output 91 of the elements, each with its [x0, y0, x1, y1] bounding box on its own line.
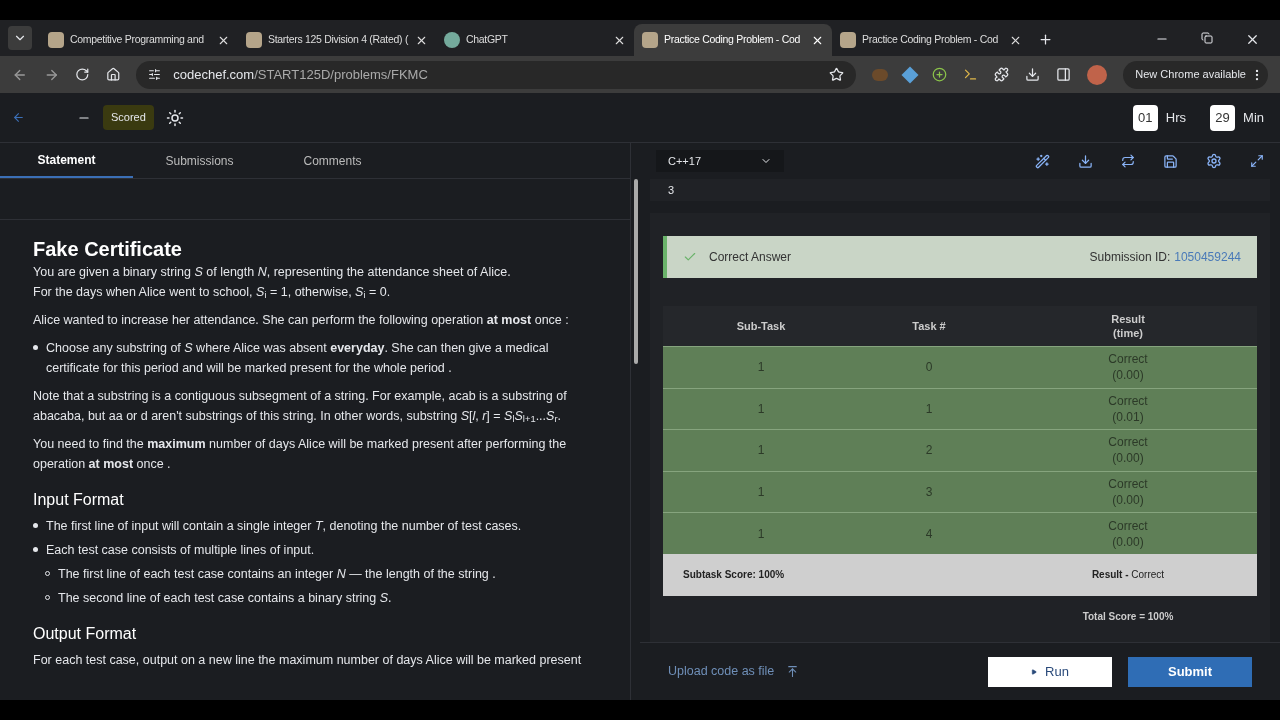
subtask-score: Subtask Score: 100%	[682, 568, 786, 583]
site-icon	[48, 32, 64, 48]
browser-tab[interactable]: Practice Coding Problem - Cod	[832, 24, 1030, 56]
table-cell-text: 1	[756, 442, 766, 460]
browser-tab[interactable]: ChatGPT	[436, 24, 634, 56]
extensions-icon[interactable]	[994, 67, 1010, 82]
back-icon[interactable]	[12, 111, 25, 124]
submit-button[interactable]: Submit	[1128, 656, 1252, 687]
site-icon	[840, 32, 856, 48]
paragraph: You are given a binary string S of length N, representing the attendance sheet of Alice.	[33, 264, 512, 281]
table-cell-text: 3	[924, 484, 934, 502]
column-header: Task #	[911, 318, 947, 334]
site-icon	[444, 32, 460, 48]
address-bar[interactable]: codechef.com/START125D/problems/FKMC	[136, 60, 857, 89]
magic-wand-icon[interactable]	[1035, 153, 1050, 169]
table-cell-text: 4	[924, 525, 934, 543]
side-panel-icon[interactable]	[1056, 67, 1072, 82]
upload-icon[interactable]	[786, 665, 800, 678]
new-tab-icon[interactable]	[1038, 32, 1053, 47]
theme-toggle-icon[interactable]	[165, 108, 184, 127]
browser-tab[interactable]: Practice Coding Problem - Cod	[634, 24, 832, 56]
tab-title: ChatGPT	[466, 32, 509, 48]
output-value: 3	[650, 179, 1270, 201]
bullet-text: The second line of each test case contains a binary string S.	[58, 590, 392, 607]
bullet-text: Choose any substring of S where Alice was absent everyday. She can then give a medical certificate for this period and will be marked present for the whole period .	[46, 340, 550, 377]
timer-value: 29	[1210, 104, 1236, 131]
table-cell-text: 1	[756, 359, 766, 377]
section-heading: Output Format	[33, 624, 138, 644]
site-icon	[642, 32, 658, 48]
tab-title: Starters 125 Division 4 (Rated) (	[268, 32, 409, 48]
table-cell-text: Correct (0.00)	[1107, 517, 1149, 550]
timer-unit: Hrs	[1165, 108, 1187, 127]
restore-icon[interactable]	[1201, 32, 1213, 44]
bookmark-icon[interactable]	[829, 67, 845, 82]
column-header: Result (time)	[1110, 312, 1146, 340]
bullet-text: The first line of input will contain a single integer T, denoting the number of test cases.	[46, 518, 522, 535]
subtask-result: Result - Correct	[1090, 568, 1166, 583]
paragraph: You need to find the maximum number of days Alice will be marked present after performing the operation at most once .	[33, 436, 568, 473]
paragraph: Note that a substring is a contiguous subsegment of a string. For example, acab is a substring of abacaba, but aa or d aren't substrings of this string. In other words, substring S[l, r] = S$_{l}$S$_{l+1}$...S$_{r}$.	[33, 388, 568, 426]
language-select[interactable]: C++17	[656, 150, 784, 172]
table-cell-text: Correct (0.00)	[1107, 434, 1149, 467]
table-cell-text: 1	[756, 400, 766, 418]
section-heading: Input Format	[33, 490, 125, 510]
tab-title: Competitive Programming and	[70, 32, 205, 48]
download-icon[interactable]	[1078, 153, 1093, 169]
table-cell-text: 0	[924, 359, 934, 377]
submission-label: Submission ID:	[1089, 249, 1171, 266]
column-header: Sub-Task	[735, 318, 787, 334]
paragraph: Alice wanted to increase her attendance. She can perform the following operation at most once :	[33, 312, 570, 329]
paragraph: For each test case, output on a new line the maximum number of days Alice will be marked present	[33, 652, 583, 669]
bullet-text: Each test case consists of multiple lines of input.	[46, 542, 315, 559]
close-icon[interactable]	[1245, 32, 1260, 47]
timer-value: 01	[1132, 104, 1158, 131]
play-icon	[1031, 668, 1038, 675]
site-icon	[246, 32, 262, 48]
upload-link[interactable]: Upload code as file	[668, 662, 775, 681]
browser-tab[interactable]: Starters 125 Division 4 (Rated) (	[238, 24, 436, 56]
tab-title: Practice Coding Problem - Cod	[664, 32, 802, 48]
site-info-icon[interactable]	[148, 68, 162, 81]
statement-tab[interactable]: Comments	[266, 143, 399, 178]
browser-tab[interactable]: Competitive Programming and	[40, 24, 238, 56]
check-icon	[683, 250, 697, 264]
settings-icon[interactable]	[1206, 153, 1222, 169]
table-cell-text: Correct (0.00)	[1107, 476, 1149, 509]
run-button[interactable]: Run	[988, 656, 1112, 687]
reload-icon[interactable]	[75, 67, 90, 82]
table-cell-text: Correct (0.00)	[1107, 351, 1149, 384]
table-cell-text: Correct (0.01)	[1107, 392, 1149, 425]
url-text: codechef.com/START125D/problems/FKMC	[173, 65, 428, 84]
status-text: Correct Answer	[709, 249, 792, 266]
bullet-text: The first line of each test case contains an integer N — the length of the string .	[58, 566, 496, 583]
update-button[interactable]: New Chrome available	[1123, 60, 1268, 89]
profile-avatar[interactable]	[1087, 64, 1108, 85]
save-icon[interactable]	[1163, 153, 1178, 169]
total-score: Total Score = 100%	[1081, 610, 1175, 625]
statement-tab[interactable]: Statement	[0, 143, 133, 178]
download-icon[interactable]	[1025, 67, 1041, 82]
scored-badge: Scored	[103, 105, 154, 130]
table-cell-text: 2	[924, 442, 934, 460]
swap-icon[interactable]	[1121, 154, 1135, 168]
home-icon[interactable]	[105, 67, 121, 82]
timer-unit: Min	[1243, 108, 1264, 127]
problem-title: Fake Certificate	[33, 237, 183, 262]
table-cell-text: 1	[756, 484, 766, 502]
statement-tab[interactable]: Submissions	[133, 143, 266, 178]
tab-title: Practice Coding Problem - Cod	[862, 32, 1000, 48]
paragraph: For the days when Alice went to school, S$_{i}$ = 1, otherwise, S$_{i}$ = 0.	[33, 284, 392, 302]
table-cell-text: 1	[924, 400, 934, 418]
fullscreen-icon[interactable]	[1250, 154, 1264, 168]
tab-list-button[interactable]	[8, 26, 32, 50]
table-cell-text: 1	[756, 525, 766, 543]
